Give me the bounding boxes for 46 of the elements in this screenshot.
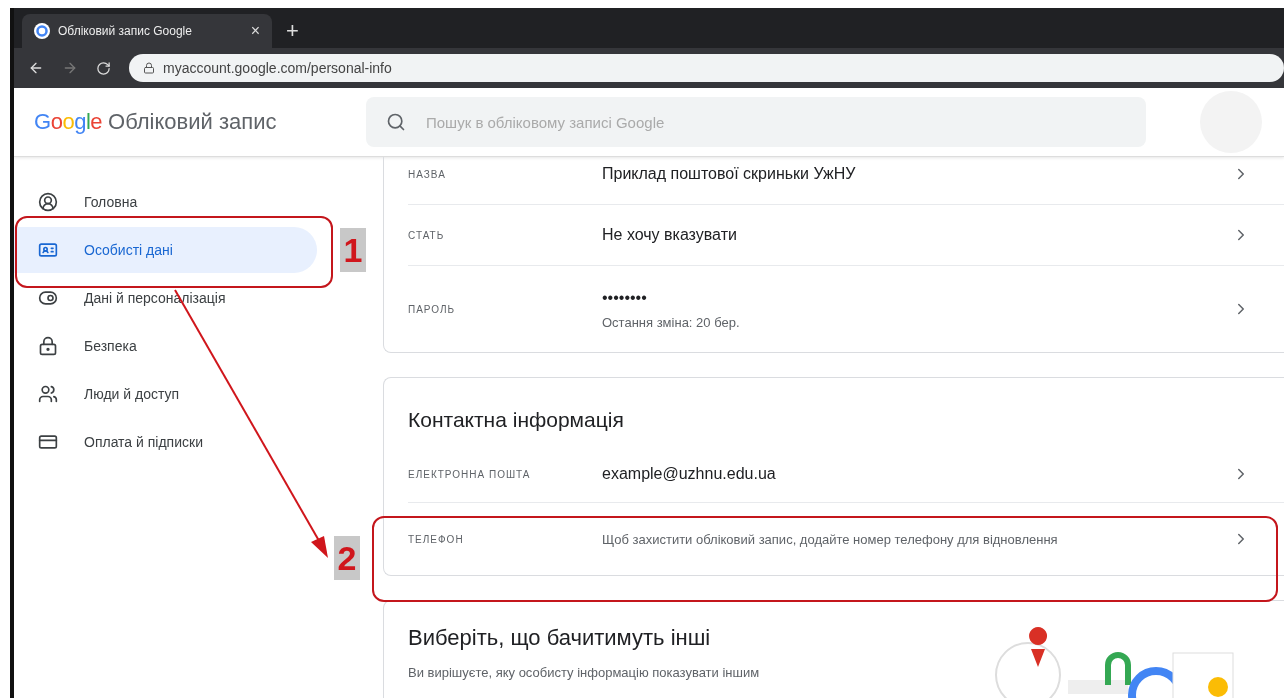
back-icon[interactable]	[28, 60, 44, 76]
new-tab-button[interactable]: +	[286, 14, 299, 48]
field-value: example@uzhnu.edu.ua	[602, 465, 777, 483]
field-label: ПАРОЛЬ	[408, 303, 457, 315]
credit-card-icon	[38, 432, 58, 452]
sidebar-item[interactable]: Люди й доступ	[14, 371, 344, 417]
id-card-icon	[38, 240, 58, 260]
card-title: Контактна інформація	[408, 407, 625, 433]
field-label: ТЕЛЕФОН	[408, 533, 465, 545]
card-title: Виберіть, що бачитимуть інші	[408, 625, 712, 651]
field-value: ••••••••	[602, 288, 648, 307]
field-value: Щоб захистити обліковий запис, додайте номер телефону для відновлення	[602, 531, 1059, 547]
field-label: НАЗВА	[408, 168, 447, 180]
info-row[interactable]: ТЕЛЕФОН Щоб захистити обліковий запис, додайте номер телефону для відновлення	[408, 503, 1284, 575]
sidebar-item[interactable]: Особисті дані	[14, 227, 317, 273]
google-logo: Google	[34, 109, 102, 135]
account-circle-icon	[38, 192, 58, 212]
step-number: 1	[340, 228, 366, 272]
info-row[interactable]: НАЗВА Приклад поштової скриньки УжНУ	[408, 157, 1284, 205]
people-icon	[38, 384, 58, 404]
field-label: СТАТЬ	[408, 229, 446, 241]
search-icon	[386, 112, 406, 132]
field-label: ЕЛЕКТРОННА ПОШТА	[408, 468, 532, 480]
reload-icon[interactable]	[96, 60, 111, 76]
card-description: Ви вирішуєте, яку особисту інформацію показувати іншим	[408, 665, 761, 680]
tab-close-button[interactable]: ×	[250, 22, 260, 40]
lock-icon	[143, 62, 155, 74]
sidebar-item[interactable]: Безпека	[14, 323, 344, 369]
address-bar[interactable]: myaccount.google.com/personal-info	[129, 54, 1284, 82]
info-row[interactable]: ПАРОЛЬ •••••••• Остання зміна: 20 бер.	[408, 266, 1284, 352]
sidebar-item[interactable]: Головна	[14, 179, 344, 225]
forward-icon[interactable]	[62, 60, 78, 76]
product-name: Обліковий запис	[108, 109, 277, 135]
lock-icon	[38, 336, 58, 356]
info-row[interactable]: ЕЛЕКТРОННА ПОШТА example@uzhnu.edu.ua	[408, 446, 1284, 503]
field-value: Приклад поштової скриньки УжНУ	[602, 165, 857, 183]
toggle-icon	[38, 288, 58, 308]
sidebar-item[interactable]: Оплата й підписки	[14, 419, 344, 465]
url-text: myaccount.google.com/personal-info	[163, 60, 392, 76]
tab-title: Обліковий запис Google	[58, 24, 193, 38]
field-note: Остання зміна: 20 бер.	[602, 314, 741, 330]
info-row[interactable]: СТАТЬ Не хочу вказувати	[408, 205, 1284, 266]
field-value: Не хочу вказувати	[602, 226, 738, 244]
browser-tab[interactable]: Обліковий запис Google ×	[22, 14, 272, 48]
search-field[interactable]: Пошук в обліковому записі Google	[366, 97, 1146, 147]
step-number: 2	[334, 536, 360, 580]
